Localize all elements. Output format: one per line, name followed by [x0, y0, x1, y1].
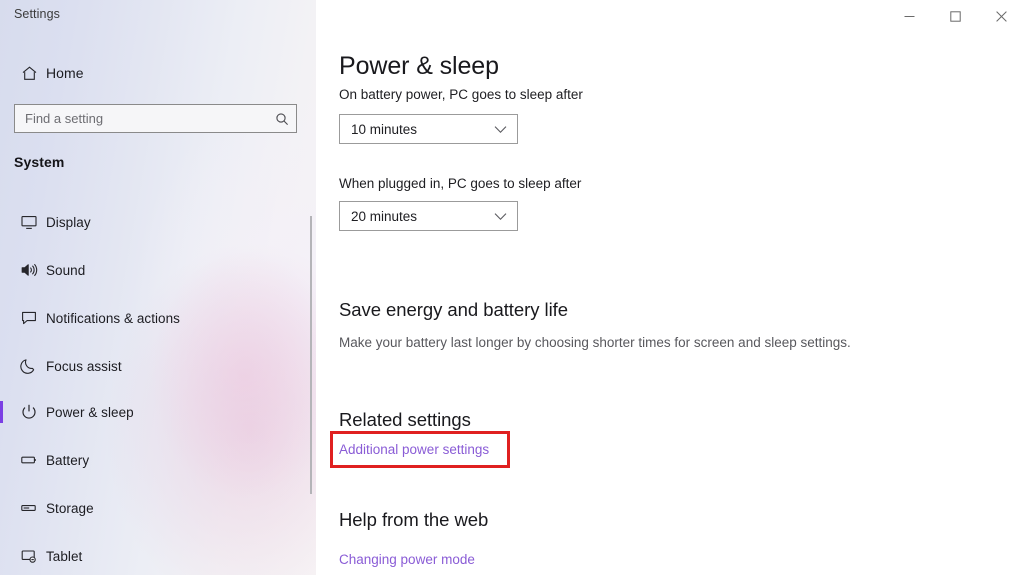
- sidebar-item-notifications-label: Notifications & actions: [46, 310, 180, 326]
- sidebar-item-notifications[interactable]: Notifications & actions: [0, 301, 316, 335]
- maximize-button[interactable]: [932, 0, 978, 32]
- search-icon[interactable]: [268, 112, 296, 126]
- sleep-on-battery-label: On battery power, PC goes to sleep after: [339, 87, 583, 102]
- main-content: Power & sleep On battery power, PC goes …: [316, 0, 1024, 575]
- sidebar-item-tablet-label: Tablet: [46, 548, 83, 564]
- home-icon: [12, 65, 46, 82]
- sleep-plugged-in-value: 20 minutes: [351, 208, 418, 224]
- window-controls: [886, 0, 1024, 32]
- sidebar-item-sound[interactable]: Sound: [0, 253, 316, 287]
- power-icon: [12, 403, 46, 421]
- sleep-plugged-in-label: When plugged in, PC goes to sleep after: [339, 176, 582, 191]
- close-button[interactable]: [978, 0, 1024, 32]
- save-energy-description: Make your battery last longer by choosin…: [339, 335, 851, 350]
- sidebar-item-display[interactable]: Display: [0, 205, 316, 239]
- sidebar-item-storage-label: Storage: [46, 500, 94, 516]
- sidebar-item-tablet[interactable]: Tablet: [0, 539, 316, 573]
- battery-icon: [12, 451, 46, 469]
- sidebar-item-battery[interactable]: Battery: [0, 443, 316, 477]
- search-box[interactable]: [14, 104, 297, 133]
- moon-icon: [12, 357, 46, 375]
- save-energy-heading: Save energy and battery life: [339, 299, 568, 320]
- speaker-icon: [12, 261, 46, 279]
- drive-icon: [12, 499, 46, 517]
- related-settings-heading: Related settings: [339, 409, 471, 430]
- sidebar-item-focus-assist[interactable]: Focus assist: [0, 349, 316, 383]
- changing-power-mode-link[interactable]: Changing power mode: [339, 552, 475, 567]
- chevron-down-icon: [494, 125, 517, 134]
- monitor-icon: [12, 213, 46, 231]
- sidebar-item-home-label: Home: [46, 65, 84, 81]
- sidebar-item-storage[interactable]: Storage: [0, 491, 316, 525]
- sleep-plugged-in-dropdown[interactable]: 20 minutes: [339, 201, 518, 231]
- sidebar-scrollbar[interactable]: [310, 216, 312, 494]
- chat-bubble-icon: [12, 309, 46, 327]
- sidebar-item-display-label: Display: [46, 214, 91, 230]
- additional-power-settings-link[interactable]: Additional power settings: [339, 442, 489, 457]
- search-input[interactable]: [15, 105, 268, 132]
- sleep-on-battery-dropdown[interactable]: 10 minutes: [339, 114, 518, 144]
- chevron-down-icon: [494, 212, 517, 221]
- sidebar-item-home[interactable]: Home: [0, 56, 316, 90]
- sidebar-item-power-and-sleep-label: Power & sleep: [46, 404, 134, 420]
- selected-indicator: [0, 401, 3, 423]
- sidebar-item-power-and-sleep[interactable]: Power & sleep: [0, 395, 316, 429]
- settings-window: Settings Home System: [0, 0, 1024, 575]
- sidebar-section-system: System: [14, 154, 65, 170]
- minimize-button[interactable]: [886, 0, 932, 32]
- sleep-on-battery-value: 10 minutes: [351, 121, 418, 137]
- sidebar-item-focus-assist-label: Focus assist: [46, 358, 122, 374]
- tablet-icon: [12, 547, 46, 565]
- page-title: Power & sleep: [339, 52, 499, 80]
- sidebar-item-battery-label: Battery: [46, 452, 90, 468]
- window-title: Settings: [14, 7, 60, 21]
- sidebar: Settings Home System: [0, 0, 316, 575]
- help-from-web-heading: Help from the web: [339, 509, 489, 530]
- sidebar-item-sound-label: Sound: [46, 262, 86, 278]
